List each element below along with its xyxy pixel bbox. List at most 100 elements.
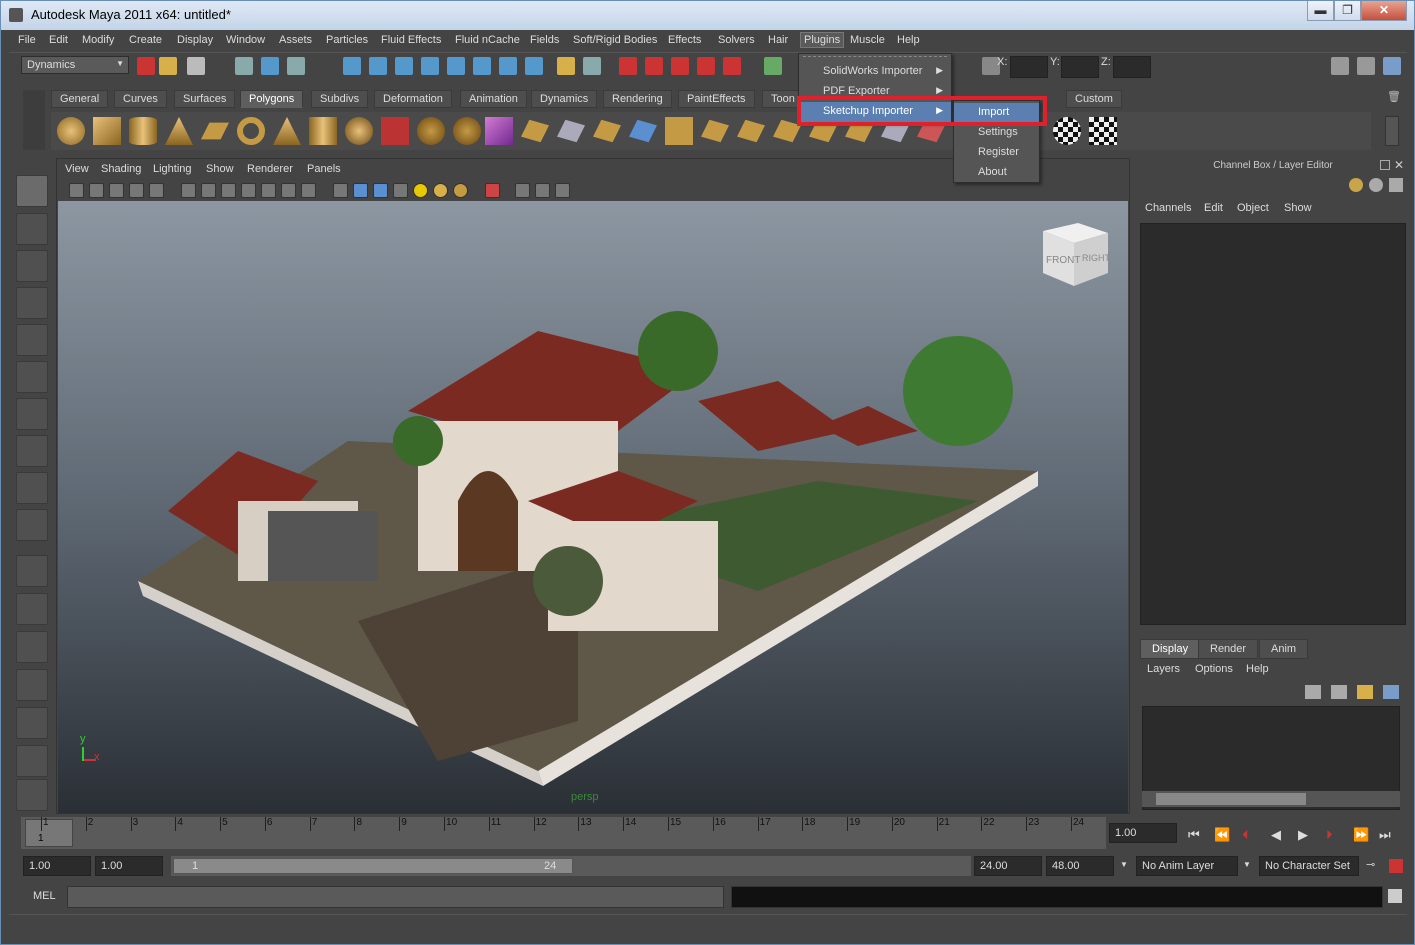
layer-sort-icon[interactable] <box>1383 685 1399 699</box>
anim-layer-arrow-icon[interactable]: ▼ <box>1120 860 1128 869</box>
layer-selected-icon[interactable] <box>1331 685 1347 699</box>
poly-cube-icon[interactable] <box>93 117 121 145</box>
custom-tool-icon[interactable] <box>16 779 48 811</box>
command-language-label[interactable]: MEL <box>33 890 56 902</box>
bookmark-icon[interactable] <box>109 183 124 198</box>
tool-settings-icon[interactable] <box>1357 57 1375 75</box>
menu-fluid-effects[interactable]: Fluid Effects <box>381 34 441 46</box>
lock-icon[interactable] <box>557 57 575 75</box>
snap-curve-icon[interactable] <box>369 57 387 75</box>
minimize-button[interactable]: ▬ <box>1307 1 1334 21</box>
magnet-4-icon[interactable] <box>697 57 715 75</box>
menu-edit[interactable]: Edit <box>49 34 68 46</box>
submenu-register[interactable]: Register <box>954 143 1039 163</box>
tab-surfaces[interactable]: Surfaces <box>174 90 236 108</box>
key-icon[interactable]: ⊸ <box>1366 858 1375 871</box>
range-slider[interactable]: 1 24 <box>171 856 971 876</box>
submenu-import[interactable]: Import <box>954 103 1039 123</box>
close-panel-icon[interactable]: ✕ <box>1394 158 1404 172</box>
merge-icon[interactable] <box>665 117 693 145</box>
step-back-key-icon[interactable]: ⏴ <box>1242 827 1249 843</box>
magnet-5-icon[interactable] <box>723 57 741 75</box>
help-query-icon[interactable] <box>525 57 543 75</box>
wedge-icon[interactable] <box>773 119 801 143</box>
menu-display[interactable]: Display <box>177 34 213 46</box>
menu-window[interactable]: Window <box>226 34 265 46</box>
menu-item-sketchup-importer[interactable]: Sketchup Importer ▶ <box>799 102 951 122</box>
four-pane-icon[interactable] <box>16 593 48 625</box>
tab-animation[interactable]: Animation <box>460 90 527 108</box>
time-slider[interactable]: 1 1 2 3 4 5 6 7 8 9 10 11 12 13 14 15 16 17 18 19 20 21 22 23 2… <box>21 817 1106 849</box>
submenu-about[interactable]: About <box>954 163 1039 183</box>
step-forward-icon[interactable]: ⏩ <box>1353 827 1369 843</box>
tab-anim-layers[interactable]: Anim <box>1259 639 1309 659</box>
vp-menu-panels[interactable]: Panels <box>307 163 341 175</box>
menu-item-solidworks-importer[interactable]: SolidWorks Importer ▶ <box>799 62 951 82</box>
menu-assets[interactable]: Assets <box>279 34 312 46</box>
snap-point-icon[interactable] <box>395 57 413 75</box>
perspective-viewport[interactable]: FRONT RIGHT y x persp <box>58 201 1128 813</box>
channel-list[interactable] <box>1140 223 1406 625</box>
outliner-pane-icon[interactable] <box>16 631 48 663</box>
poly-torus-icon[interactable] <box>237 117 265 145</box>
tab-display-layers[interactable]: Display <box>1140 639 1201 659</box>
extrude-icon[interactable] <box>381 117 409 145</box>
tab-deformation[interactable]: Deformation <box>374 90 452 108</box>
script-editor-icon[interactable] <box>1388 889 1402 903</box>
bridge-icon[interactable] <box>593 119 621 143</box>
bevel-icon[interactable] <box>557 119 585 143</box>
play-forward-icon[interactable]: ▶ <box>1298 827 1308 843</box>
xray-joints-icon[interactable] <box>535 183 550 198</box>
shelf-scroll[interactable] <box>1385 116 1399 146</box>
poly-pipe-icon[interactable] <box>309 117 337 145</box>
playback-end-field[interactable]: 24.00 <box>974 856 1042 876</box>
go-to-start-icon[interactable]: ⏮ <box>1188 827 1200 843</box>
menu-modify[interactable]: Modify <box>82 34 114 46</box>
z-field[interactable] <box>1113 56 1151 78</box>
smooth-icon[interactable] <box>417 117 445 145</box>
tab-render-layers[interactable]: Render <box>1198 639 1259 659</box>
scale-tool-icon[interactable] <box>16 361 48 393</box>
history-icon[interactable] <box>473 57 491 75</box>
rotate-tool-icon[interactable] <box>16 324 48 356</box>
tab-painteffects[interactable]: PaintEffects <box>678 90 755 108</box>
current-frame-field[interactable]: 1.00 <box>1109 823 1177 843</box>
menu-help[interactable]: Help <box>897 34 920 46</box>
menu-plugins[interactable]: Plugins <box>800 32 845 48</box>
go-to-end-icon[interactable]: ⏭ <box>1379 827 1391 843</box>
close-button[interactable]: ✕ <box>1361 1 1407 21</box>
poly-sphere-icon[interactable] <box>57 117 85 145</box>
tab-dynamics[interactable]: Dynamics <box>531 90 598 108</box>
checker-sphere-icon[interactable] <box>1053 117 1081 145</box>
cb-menu-object[interactable]: Object <box>1237 202 1269 214</box>
menu-soft-rigid-bodies[interactable]: Soft/Rigid Bodies <box>573 34 657 46</box>
y-field[interactable] <box>1061 56 1099 78</box>
menu-set-dropdown[interactable]: Dynamics <box>21 56 129 74</box>
channel-icon-3[interactable] <box>1389 178 1403 192</box>
command-input[interactable] <box>67 886 724 908</box>
save-scene-icon[interactable] <box>187 57 205 75</box>
play-backward-icon[interactable]: ◀ <box>1271 827 1281 843</box>
character-set-dropdown[interactable]: No Character Set <box>1259 856 1359 876</box>
poly-plane-icon[interactable] <box>201 122 229 140</box>
textured-icon[interactable] <box>393 183 408 198</box>
tab-polygons[interactable]: Polygons <box>240 90 304 108</box>
wireframe-icon[interactable] <box>333 183 348 198</box>
render-view-icon[interactable] <box>764 57 782 75</box>
two-d-pan-icon[interactable] <box>149 183 164 198</box>
tab-subdivs[interactable]: Subdivs <box>311 90 369 108</box>
cut-faces-icon[interactable] <box>701 119 729 143</box>
menu-fluid-ncache[interactable]: Fluid nCache <box>455 34 520 46</box>
start-time-field[interactable]: 1.00 <box>23 856 91 876</box>
show-manip-icon[interactable] <box>16 472 48 504</box>
magnet-icon[interactable] <box>619 57 637 75</box>
camera-select-icon[interactable] <box>69 183 84 198</box>
magnet-2-icon[interactable] <box>645 57 663 75</box>
xray-icon[interactable] <box>515 183 530 198</box>
channel-box-icon[interactable] <box>1383 57 1401 75</box>
char-set-arrow-icon[interactable]: ▼ <box>1243 860 1251 869</box>
magnet-3-icon[interactable] <box>671 57 689 75</box>
paint-select-icon[interactable] <box>16 250 48 282</box>
select-tool-icon[interactable] <box>16 175 48 207</box>
isolate-select-icon[interactable] <box>485 183 500 198</box>
